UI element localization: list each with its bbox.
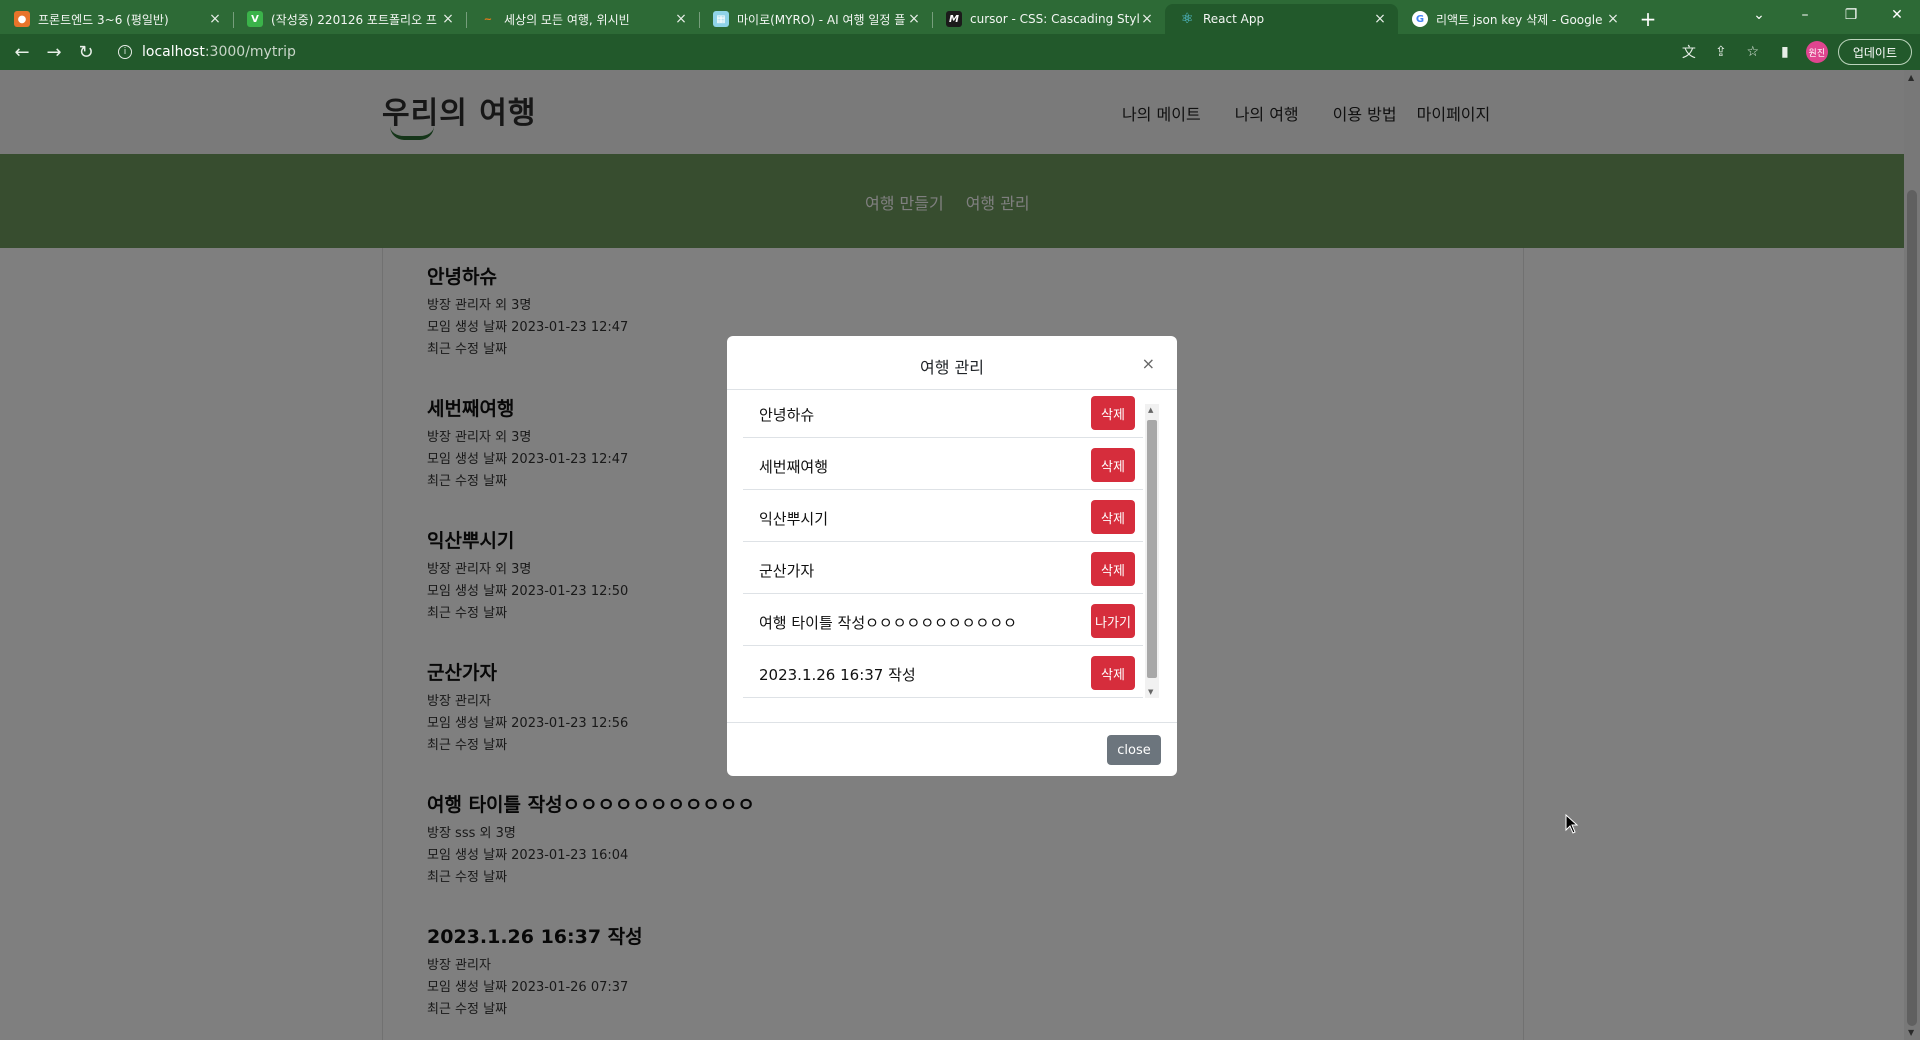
close-button[interactable]: close <box>1107 735 1161 765</box>
delete-button[interactable]: 삭제 <box>1091 396 1135 430</box>
browser-tab-bar: ● 프론트엔드 3~6 (평일반) × V (작성중) 220126 포트폴리오… <box>0 0 1920 34</box>
browser-tab[interactable]: G 리액트 json key 삭제 - Google × <box>1398 4 1631 34</box>
mouse-cursor-icon <box>1565 814 1579 834</box>
delete-button[interactable]: 삭제 <box>1091 448 1135 482</box>
side-panel-icon[interactable]: ▮ <box>1774 41 1796 63</box>
toolbar-actions: 文 ⇪ ☆ ▮ 원진 업데이트 <box>1678 39 1912 65</box>
bookmark-star-icon[interactable]: ☆ <box>1742 41 1764 63</box>
leave-button[interactable]: 나가기 <box>1091 604 1135 638</box>
tab-title: (작성중) 220126 포트폴리오 프 <box>271 12 437 27</box>
react-favicon-icon: ⚛ <box>1180 11 1194 27</box>
minimize-icon[interactable]: – <box>1782 0 1828 30</box>
close-tab-icon[interactable]: × <box>1372 11 1388 27</box>
list-item: 안녕하슈 삭제 <box>743 394 1143 438</box>
site-info-icon[interactable]: i <box>118 45 132 59</box>
list-item-name: 군산가자 <box>759 562 815 580</box>
browser-tab[interactable]: ● 프론트엔드 3~6 (평일반) × <box>0 4 233 34</box>
favicon-icon: ▦ <box>713 11 729 27</box>
translate-icon[interactable]: 文 <box>1678 41 1700 63</box>
list-item: 군산가자 삭제 <box>743 542 1143 594</box>
delete-button[interactable]: 삭제 <box>1091 656 1135 690</box>
url-path: :3000/mytrip <box>204 44 296 60</box>
modal-footer: close <box>727 722 1177 776</box>
profile-avatar[interactable]: 원진 <box>1805 41 1828 63</box>
tab-title: cursor - CSS: Cascading Style S <box>970 12 1139 26</box>
update-button[interactable]: 업데이트 <box>1837 39 1912 65</box>
tab-title: 마이로(MYRO) - AI 여행 일정 플 <box>737 12 906 27</box>
close-window-icon[interactable]: ✕ <box>1874 0 1920 30</box>
browser-tab[interactable]: ▦ 마이로(MYRO) - AI 여행 일정 플 × <box>699 4 932 34</box>
browser-tab-active[interactable]: ⚛ React App × <box>1165 4 1398 34</box>
share-icon[interactable]: ⇪ <box>1710 41 1732 63</box>
google-favicon-icon: G <box>1412 11 1428 27</box>
close-tab-icon[interactable]: × <box>1139 11 1155 27</box>
list-item: 여행 타이틀 작성ㅇㅇㅇㅇㅇㅇㅇㅇㅇㅇㅇ 나가기 <box>743 594 1143 646</box>
list-item-name: 여행 타이틀 작성ㅇㅇㅇㅇㅇㅇㅇㅇㅇㅇㅇ <box>759 614 1017 632</box>
reload-icon[interactable]: ↻ <box>70 36 102 68</box>
scroll-down-arrow-icon[interactable]: ▼ <box>1148 688 1153 696</box>
trip-manage-modal: 여행 관리 × 안녕하슈 삭제 세번째여행 삭제 익산뿌시기 삭제 군산가자 삭… <box>727 336 1177 776</box>
delete-button[interactable]: 삭제 <box>1091 500 1135 534</box>
list-item-name: 익산뿌시기 <box>759 510 829 528</box>
browser-toolbar: ← → ↻ i localhost:3000/mytrip 文 ⇪ ☆ ▮ 원진… <box>0 34 1920 70</box>
modal-scrollbar-thumb[interactable] <box>1147 420 1157 678</box>
modal-body: 안녕하슈 삭제 세번째여행 삭제 익산뿌시기 삭제 군산가자 삭제 여행 타이틀… <box>743 394 1145 700</box>
list-item-name: 안녕하슈 <box>759 406 815 424</box>
modal-close-icon[interactable]: × <box>1142 354 1155 373</box>
browser-tab[interactable]: V (작성중) 220126 포트폴리오 프 × <box>233 4 466 34</box>
modal-scrollbar[interactable]: ▲ ▼ <box>1145 404 1159 698</box>
tab-title: React App <box>1203 12 1265 26</box>
url-host: localhost <box>142 44 205 60</box>
browser-tab[interactable]: M cursor - CSS: Cascading Style S × <box>932 4 1165 34</box>
list-item: 2023.1.26 16:37 작성 삭제 <box>743 646 1143 698</box>
modal-header: 여행 관리 × <box>727 336 1177 390</box>
favicon-icon: ● <box>14 11 30 27</box>
close-tab-icon[interactable]: × <box>1605 11 1621 27</box>
restore-icon[interactable]: ❐ <box>1828 0 1874 30</box>
list-item: 세번째여행 삭제 <box>743 438 1143 490</box>
new-tab-button[interactable]: + <box>1631 4 1665 34</box>
close-tab-icon[interactable]: × <box>906 11 922 27</box>
favicon-icon: V <box>247 11 263 27</box>
list-item-name: 2023.1.26 16:37 작성 <box>759 666 916 684</box>
tab-title: 프론트엔드 3~6 (평일반) <box>38 12 169 27</box>
delete-button[interactable]: 삭제 <box>1091 552 1135 586</box>
address-bar[interactable]: i localhost:3000/mytrip <box>110 38 1650 66</box>
tab-title: 세상의 모든 여행, 위시빈 <box>504 12 630 27</box>
tab-search-icon[interactable]: ⌄ <box>1736 0 1782 30</box>
scroll-up-arrow-icon[interactable]: ▲ <box>1148 406 1153 414</box>
forward-icon[interactable]: → <box>38 36 70 68</box>
favicon-icon: ~ <box>483 13 493 25</box>
close-tab-icon[interactable]: × <box>673 11 689 27</box>
tab-title: 리액트 json key 삭제 - Google <box>1436 12 1603 27</box>
list-item: 익산뿌시기 삭제 <box>743 490 1143 542</box>
modal-title: 여행 관리 <box>920 358 984 377</box>
modal-trip-list: 안녕하슈 삭제 세번째여행 삭제 익산뿌시기 삭제 군산가자 삭제 여행 타이틀… <box>743 394 1143 698</box>
window-controls: ⌄ – ❐ ✕ <box>1736 0 1920 34</box>
close-tab-icon[interactable]: × <box>207 11 223 27</box>
browser-tab[interactable]: ~ 세상의 모든 여행, 위시빈 × <box>466 4 699 34</box>
back-icon[interactable]: ← <box>6 36 38 68</box>
list-item-name: 세번째여행 <box>759 458 829 476</box>
favicon-icon: M <box>946 11 962 27</box>
close-tab-icon[interactable]: × <box>440 11 456 27</box>
